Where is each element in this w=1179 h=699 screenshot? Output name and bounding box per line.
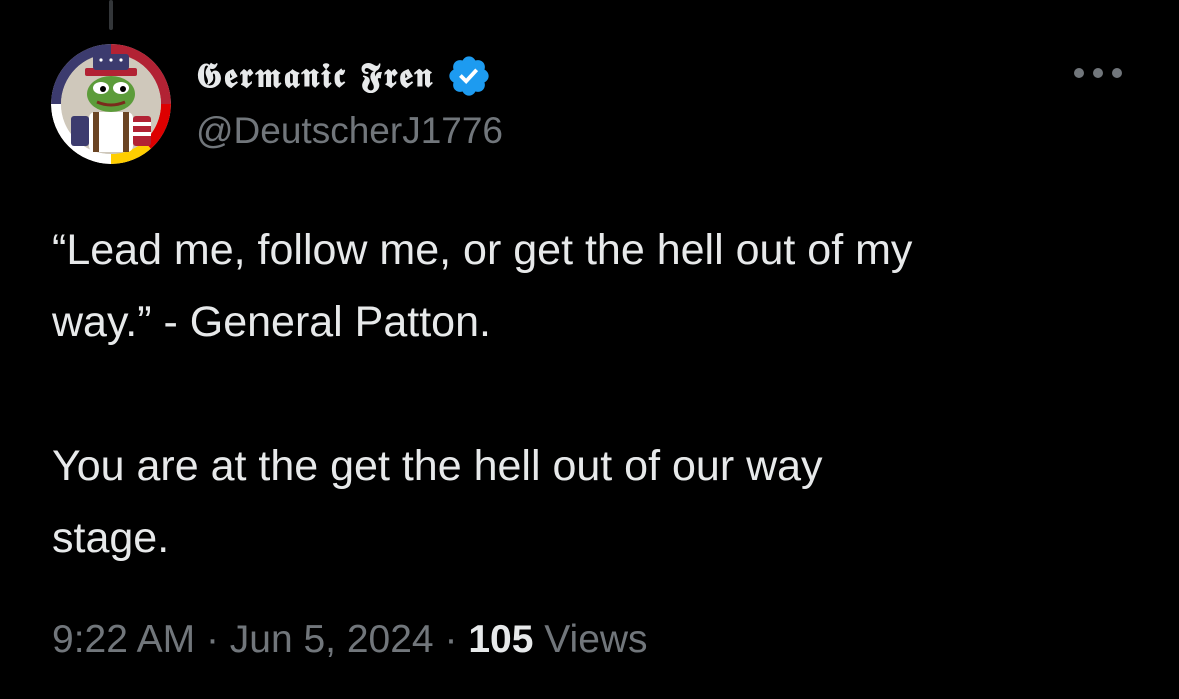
author-display-name[interactable]: 𝕲𝖊𝖗𝖒𝖆𝖓𝖎𝖈 𝕱𝖗𝖊𝖓 — [196, 56, 434, 96]
frog-avatar-icon — [51, 44, 171, 164]
tweet-date[interactable]: Jun 5, 2024 — [230, 618, 434, 661]
views-label[interactable]: Views — [544, 618, 647, 661]
author-name-row: 𝕲𝖊𝖗𝖒𝖆𝖓𝖎𝖈 𝕱𝖗𝖊𝖓 — [196, 48, 492, 104]
thread-connector-line — [109, 0, 113, 30]
meta-separator: · — [205, 618, 219, 661]
tweet-time[interactable]: 9:22 AM — [52, 618, 195, 661]
author-avatar[interactable] — [51, 44, 171, 164]
meta-separator: · — [444, 618, 458, 661]
more-options-icon — [1074, 68, 1122, 78]
more-options-button[interactable] — [1070, 58, 1126, 88]
tweet-metadata: 9:22 AM · Jun 5, 2024 · 105 Views — [52, 618, 648, 662]
author-handle[interactable]: @DeutscherJ1776 — [196, 110, 503, 152]
views-count[interactable]: 105 — [468, 618, 533, 661]
verified-badge-icon — [449, 56, 489, 96]
tweet-text: “Lead me, follow me, or get the hell out… — [52, 226, 913, 562]
